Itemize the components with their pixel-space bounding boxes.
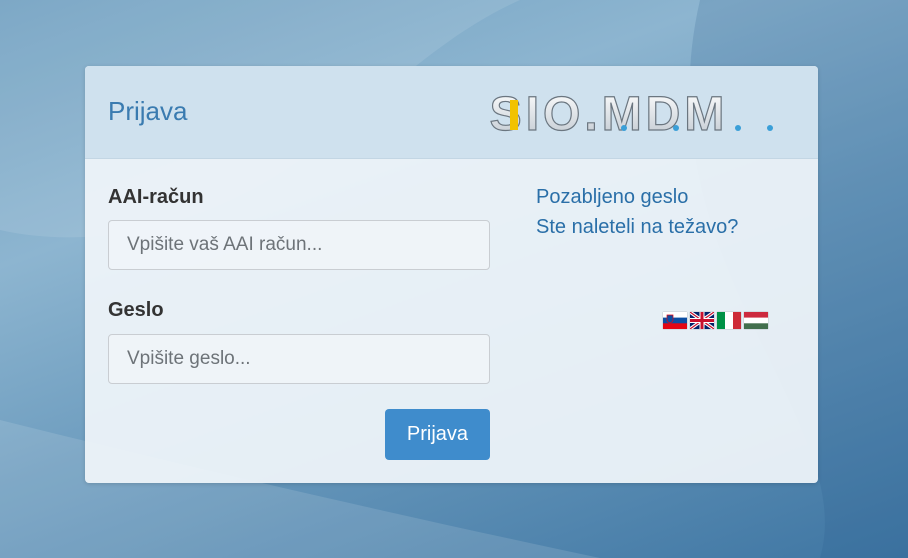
language-selector: [663, 312, 768, 329]
hungarian-flag-icon[interactable]: [744, 312, 768, 329]
uk-flag-icon[interactable]: [690, 312, 714, 329]
svg-text:SIO.MDM: SIO.MDM: [490, 92, 729, 136]
sio-mdm-logo: SIO.MDM: [489, 92, 773, 136]
slovenian-flag-icon[interactable]: [663, 312, 687, 329]
italian-flag-icon[interactable]: [717, 312, 741, 329]
page-title: Prijava: [108, 96, 188, 126]
card-header: Prijava SIO.MDM: [85, 66, 818, 159]
password-label: Geslo: [108, 299, 164, 321]
login-card: Prijava SIO.MDM AAI-račun Geslo Prijava …: [85, 66, 818, 483]
problem-link[interactable]: Ste naleteli na težavo?: [536, 216, 738, 239]
account-label: AAI-račun: [108, 186, 204, 208]
login-button[interactable]: Prijava: [385, 409, 490, 460]
forgot-password-link[interactable]: Pozabljeno geslo: [536, 186, 688, 209]
account-input[interactable]: [108, 220, 490, 270]
password-input[interactable]: [108, 334, 490, 384]
